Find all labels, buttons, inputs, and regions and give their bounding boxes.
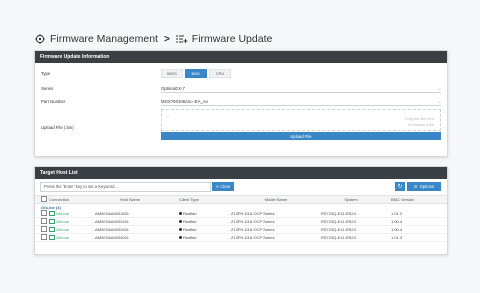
table-header: Connection Host Name Client Type Model N…: [35, 195, 447, 204]
host-name: AM00XAA0004001: [95, 235, 130, 240]
model-name: Z13PH-D16-OCP Series: [231, 211, 275, 216]
system-name: RS723Q-E11-RS24: [321, 219, 356, 224]
table-row[interactable]: OnLine AM00XAA0004001 Redfish Z13PH-D16-…: [35, 234, 447, 242]
breadcrumb-root[interactable]: Firmware Management: [50, 33, 158, 45]
chevron-down-icon: ⌵: [437, 98, 441, 104]
table-row[interactable]: OnLine AM00XAA0002601 Redfish Z13PH-D16-…: [35, 226, 447, 234]
refresh-icon: ↻: [397, 184, 403, 190]
col-client-type[interactable]: Client Type: [179, 197, 229, 202]
options-label: Options: [419, 184, 435, 189]
breadcrumb-separator: >: [163, 33, 170, 45]
bmc-version: 1.00.4: [391, 219, 403, 224]
table-row[interactable]: OnLine AM00XAA0002401 Redfish Z13PH-D16-…: [35, 218, 447, 226]
model-name: Z13PH-D16-OCP Series: [231, 219, 275, 224]
page-title: Firmware Update: [191, 33, 273, 45]
host-name: AM00XAA0001601: [95, 211, 130, 216]
row-checkbox[interactable]: [41, 218, 47, 225]
redfish-icon: [179, 220, 182, 223]
breadcrumb: Firmware Management > Firmware Update: [34, 30, 446, 48]
col-host-name[interactable]: Host Name: [95, 197, 165, 202]
part-row: Part Number MGX750106AS=-EA_Ax ⌵: [35, 97, 447, 106]
part-number-label: Part Number: [41, 99, 66, 104]
firmware-info-panel: Firmware Update Information Type BIOS BM…: [34, 50, 448, 157]
bmc-version: 1.01.2: [391, 211, 403, 216]
close-icon: ✕: [215, 184, 220, 189]
firmware-update-page: Firmware Management > Firmware Update Fi…: [0, 0, 480, 293]
type-row: Type BIOS BMC CPU: [35, 69, 447, 78]
redfish-icon: [179, 212, 182, 215]
status-online: OnLine: [49, 235, 91, 240]
file-dropzone[interactable]: □ Drop the file here or Browse a file: [161, 109, 441, 131]
col-connection[interactable]: Connection: [49, 197, 91, 202]
monitor-icon: [49, 235, 55, 240]
client-type: Redfish: [179, 219, 229, 224]
firmware-info-header: Firmware Update Information: [35, 51, 447, 63]
type-option-cpu[interactable]: CPU: [209, 69, 231, 78]
refresh-button[interactable]: ↻: [395, 182, 405, 191]
type-label: Type: [41, 71, 51, 76]
monitor-icon: [49, 227, 55, 232]
client-type: Redfish: [179, 211, 229, 216]
bmc-version: 1.01.3: [391, 235, 403, 240]
col-system[interactable]: System: [321, 197, 381, 202]
list-icon: ☰: [413, 184, 418, 189]
target-icon: [34, 33, 46, 45]
series-select[interactable]: OptimaGX-7 ⌵: [161, 85, 441, 93]
options-button[interactable]: ☰ Options: [407, 182, 441, 191]
upload-file-label: Upload File (.bin): [41, 125, 74, 130]
target-host-panel: Target Host List Press the 'Enter' key t…: [34, 166, 448, 255]
type-toggle-group: BIOS BMC CPU: [161, 69, 231, 78]
status-online: OnLine: [49, 211, 91, 216]
table-row[interactable]: OnLine AM00XAA0001601 Redfish Z13PH-D16-…: [35, 210, 447, 218]
col-model-name[interactable]: Model Name: [231, 197, 321, 202]
row-checkbox[interactable]: [41, 210, 47, 217]
host-table: Connection Host Name Client Type Model N…: [35, 195, 447, 242]
bmc-version: 1.00.4: [391, 227, 403, 232]
part-number-select[interactable]: MGX750106AS=-EA_Ax ⌵: [161, 98, 441, 106]
series-value: OptimaGX-7: [161, 85, 185, 91]
list-plus-icon: [175, 33, 188, 45]
status-online: OnLine: [49, 219, 91, 224]
redfish-icon: [179, 236, 182, 239]
row-checkbox[interactable]: [41, 234, 47, 241]
status-online: OnLine: [49, 227, 91, 232]
system-name: RS723Q-E11-RS24: [321, 211, 356, 216]
monitor-icon: [49, 211, 55, 216]
series-label: Series: [41, 86, 54, 91]
series-row: Series OptimaGX-7 ⌵: [35, 84, 447, 93]
redfish-icon: [179, 228, 182, 231]
host-name: AM00XAA0002401: [95, 219, 130, 224]
dropzone-hint: Drop the file here or Browse a file: [404, 117, 434, 127]
clear-label: Clear: [220, 184, 231, 189]
chevron-down-icon: ⌵: [437, 85, 441, 91]
col-bmc-version[interactable]: BMC Version: [391, 197, 431, 202]
target-host-header: Target Host List: [35, 167, 447, 179]
system-name: RS723Q-E11-RS24: [321, 235, 356, 240]
model-name: Z13PH-D16-OCP Series: [231, 227, 275, 232]
client-type: Redfish: [179, 227, 229, 232]
host-name: AM00XAA0002601: [95, 227, 130, 232]
type-option-bmc[interactable]: BMC: [185, 69, 207, 78]
client-type: Redfish: [179, 235, 229, 240]
part-number-value: MGX750106AS=-EA_Ax: [161, 98, 208, 104]
clear-button[interactable]: ✕ Clear: [212, 182, 234, 191]
row-checkbox[interactable]: [41, 226, 47, 233]
search-toolbar: Press the 'Enter' key to set a Keyword..…: [35, 181, 447, 192]
system-name: RS723Q-E11-RS24: [321, 227, 356, 232]
monitor-icon: [49, 219, 55, 224]
model-name: Z13PH-D16-OCP Series: [231, 235, 275, 240]
type-option-bios[interactable]: BIOS: [161, 69, 183, 78]
select-all-checkbox[interactable]: [41, 196, 47, 203]
keyword-search-input[interactable]: Press the 'Enter' key to set a Keyword..…: [40, 181, 211, 192]
file-icon: □: [166, 114, 169, 119]
upload-file-button[interactable]: Upload File: [161, 132, 441, 140]
